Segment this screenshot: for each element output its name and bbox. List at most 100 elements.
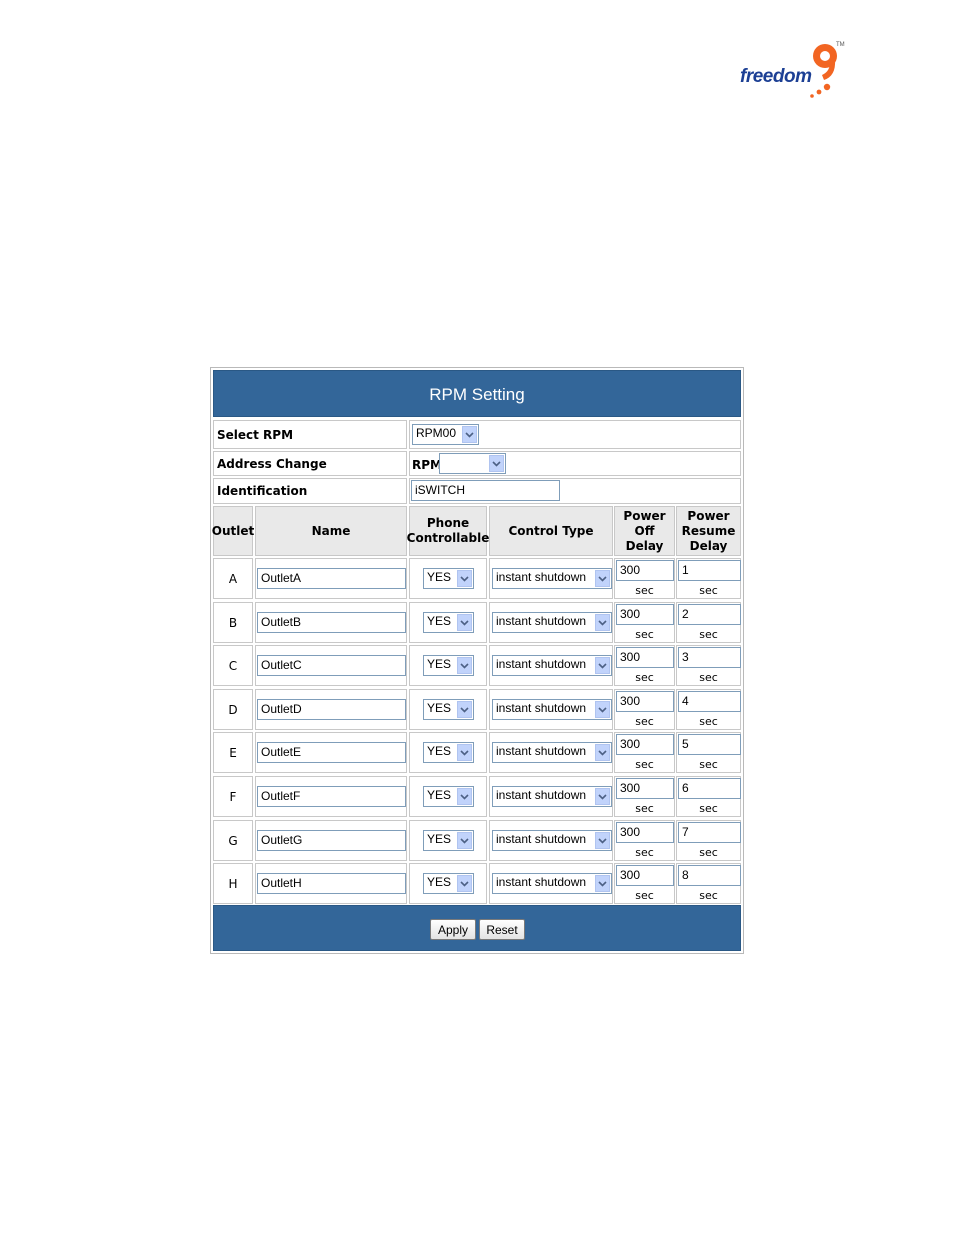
control-type-value: instant shutdown	[496, 744, 587, 758]
identification-label: Identification	[217, 484, 308, 498]
control-type-dropdown[interactable]: instant shutdown	[492, 786, 612, 807]
phone-controllable-dropdown[interactable]: YES	[423, 873, 474, 894]
control-type-dropdown[interactable]: instant shutdown	[492, 612, 612, 633]
col-header-resume-line1: Power	[687, 508, 730, 523]
apply-button[interactable]: Apply	[430, 919, 476, 940]
outlet-letter: A	[228, 571, 238, 586]
chevron-down-icon	[457, 788, 472, 805]
panel-header: RPM Setting	[213, 370, 741, 417]
panel-footer: Apply Reset	[213, 905, 741, 951]
phone-controllable-dropdown[interactable]: YES	[423, 655, 474, 676]
outlet-letter-cell: E	[213, 732, 253, 773]
outlet-control-cell: instant shutdown	[489, 776, 613, 817]
phone-controllable-dropdown[interactable]: YES	[423, 830, 474, 851]
outlet-letter-cell: C	[213, 645, 253, 686]
control-type-value: instant shutdown	[496, 657, 587, 671]
power-off-delay-unit: sec	[635, 628, 654, 641]
phone-controllable-value: YES	[427, 875, 452, 889]
outlet-name-input[interactable]: OutletB	[257, 612, 406, 633]
control-type-value: instant shutdown	[496, 788, 587, 802]
phone-controllable-dropdown[interactable]: YES	[423, 568, 474, 589]
phone-controllable-dropdown[interactable]: YES	[423, 699, 474, 720]
col-header-off-line3: Delay	[625, 538, 664, 553]
power-resume-delay-input[interactable]: 4	[678, 691, 741, 712]
identification-input[interactable]: iSWITCH	[411, 480, 560, 501]
chevron-down-icon	[595, 788, 610, 805]
chevron-down-icon	[489, 455, 504, 472]
select-rpm-dropdown[interactable]: RPM00	[412, 424, 479, 445]
control-type-dropdown[interactable]: instant shutdown	[492, 568, 612, 589]
power-resume-delay-input[interactable]: 2	[678, 604, 741, 625]
power-off-delay-input[interactable]: 300	[616, 734, 674, 755]
logo-trademark: TM	[836, 42, 845, 48]
control-type-dropdown[interactable]: instant shutdown	[492, 873, 612, 894]
control-type-dropdown[interactable]: instant shutdown	[492, 655, 612, 676]
power-resume-delay-input[interactable]: 3	[678, 647, 741, 668]
power-off-delay-input[interactable]: 300	[616, 691, 674, 712]
address-change-label: Address Change	[217, 457, 327, 471]
outlet-resume-delay-cell: 7 sec	[676, 820, 741, 861]
col-header-resume-line3: Delay	[689, 538, 728, 553]
outlet-name-input[interactable]: OutletC	[257, 655, 406, 676]
power-resume-delay-input[interactable]: 6	[678, 778, 741, 799]
outlet-letter-cell: F	[213, 776, 253, 817]
chevron-down-icon	[595, 832, 610, 849]
phone-controllable-value: YES	[427, 657, 452, 671]
col-header-power-resume-delay: Power Resume Delay	[676, 506, 741, 556]
chevron-down-icon	[595, 657, 610, 674]
control-type-value: instant shutdown	[496, 701, 587, 715]
address-change-dropdown[interactable]	[439, 453, 506, 474]
control-type-value: instant shutdown	[496, 875, 587, 889]
power-resume-delay-input[interactable]: 5	[678, 734, 741, 755]
outlet-name-input[interactable]: OutletD	[257, 699, 406, 720]
control-type-dropdown[interactable]: instant shutdown	[492, 742, 612, 763]
panel-title: RPM Setting	[429, 385, 525, 404]
address-change-label-cell: Address Change	[213, 451, 407, 476]
control-type-dropdown[interactable]: instant shutdown	[492, 830, 612, 851]
power-resume-delay-unit: sec	[699, 802, 718, 815]
outlet-off-delay-cell: 300 sec	[614, 776, 675, 817]
phone-controllable-dropdown[interactable]: YES	[423, 612, 474, 633]
outlet-letter: F	[229, 789, 237, 804]
outlet-name-input[interactable]: OutletA	[257, 568, 406, 589]
address-change-value-cell: RPM	[409, 451, 741, 476]
col-header-outlet: Outlet	[211, 506, 255, 556]
power-off-delay-input[interactable]: 300	[616, 560, 674, 581]
control-type-dropdown[interactable]: instant shutdown	[492, 699, 612, 720]
reset-button[interactable]: Reset	[479, 919, 525, 940]
outlet-name-cell: OutletE	[255, 732, 407, 773]
power-off-delay-unit: sec	[635, 802, 654, 815]
select-rpm-label-cell: Select RPM	[213, 420, 407, 449]
outlet-name-input[interactable]: OutletH	[257, 873, 406, 894]
power-resume-delay-unit: sec	[699, 671, 718, 684]
power-resume-delay-input[interactable]: 8	[678, 865, 741, 886]
outlet-name-input[interactable]: OutletE	[257, 742, 406, 763]
outlet-name-input[interactable]: OutletF	[257, 786, 406, 807]
col-header-off-line2: Off	[634, 523, 655, 538]
outlet-name-input[interactable]: OutletG	[257, 830, 406, 851]
power-off-delay-input[interactable]: 300	[616, 865, 674, 886]
control-type-value: instant shutdown	[496, 614, 587, 628]
outlet-control-cell: instant shutdown	[489, 863, 613, 904]
power-off-delay-unit: sec	[635, 889, 654, 902]
outlet-off-delay-cell: 300 sec	[614, 863, 675, 904]
phone-controllable-dropdown[interactable]: YES	[423, 786, 474, 807]
col-header-outlet-text: Outlet	[211, 523, 255, 538]
identification-value-cell: iSWITCH	[409, 478, 741, 504]
outlet-name-cell: OutletG	[255, 820, 407, 861]
chevron-down-icon	[595, 875, 610, 892]
outlet-off-delay-cell: 300 sec	[614, 558, 675, 599]
power-resume-delay-unit: sec	[699, 715, 718, 728]
power-off-delay-input[interactable]: 300	[616, 778, 674, 799]
power-resume-delay-input[interactable]: 7	[678, 822, 741, 843]
power-off-delay-input[interactable]: 300	[616, 822, 674, 843]
outlet-letter: G	[228, 833, 238, 848]
outlet-letter: C	[228, 658, 238, 673]
phone-controllable-dropdown[interactable]: YES	[423, 742, 474, 763]
power-resume-delay-input[interactable]: 1	[678, 560, 741, 581]
select-rpm-label: Select RPM	[217, 428, 294, 442]
outlet-name-cell: OutletC	[255, 645, 407, 686]
power-off-delay-input[interactable]: 300	[616, 647, 674, 668]
power-off-delay-input[interactable]: 300	[616, 604, 674, 625]
outlet-control-cell: instant shutdown	[489, 820, 613, 861]
